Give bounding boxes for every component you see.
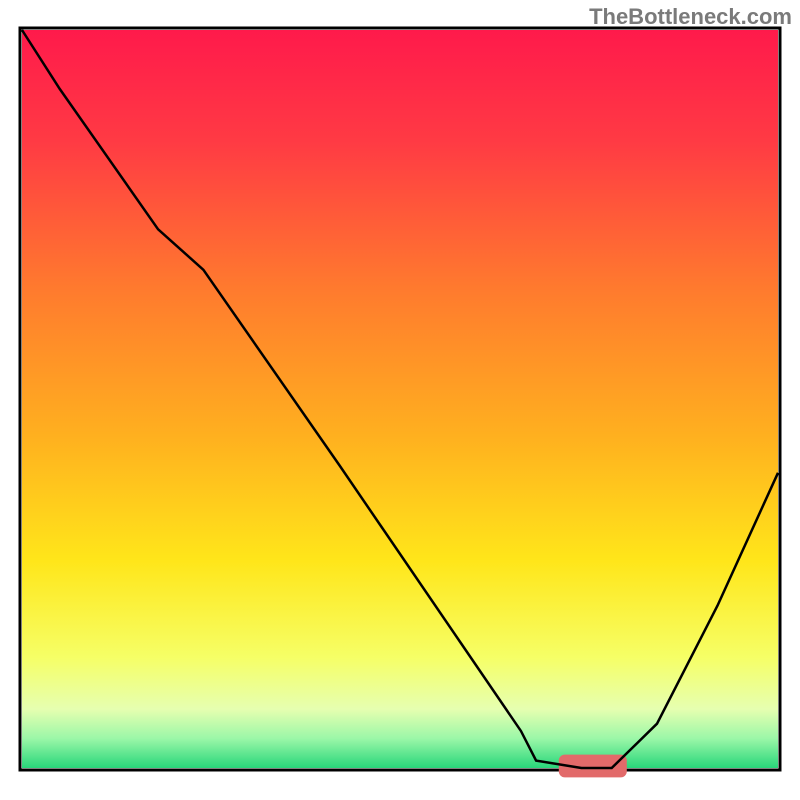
plot-background — [22, 30, 778, 768]
watermark-label: TheBottleneck.com — [589, 4, 792, 30]
chart-container: TheBottleneck.com — [0, 0, 800, 800]
bottleneck-chart — [0, 0, 800, 800]
